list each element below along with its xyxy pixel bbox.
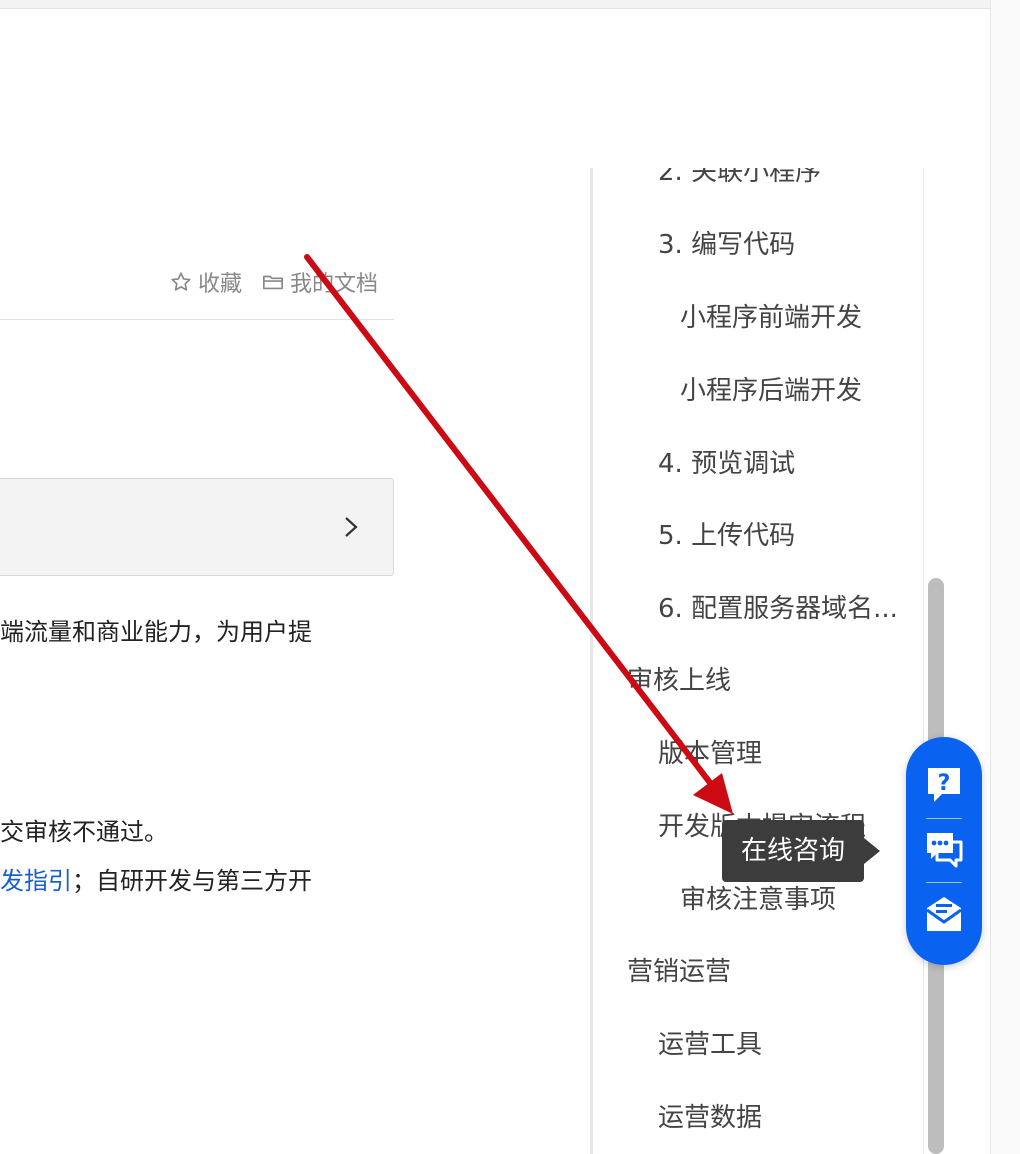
toc-item[interactable]: 审核注意事项 <box>680 879 836 916</box>
body-paragraph: 端流量和商业能力，为用户提 <box>0 618 312 646</box>
toc-panel: 2. 关联小程序 3. 编写代码 小程序前端开发 小程序后端开发 4. 预览调试… <box>590 168 951 1154</box>
toc-item[interactable]: 小程序后端开发 <box>680 370 862 407</box>
doc-actions: 收藏 我的文档 <box>170 266 398 298</box>
toc-item[interactable]: 运营工具 <box>658 1024 762 1061</box>
body-paragraph: 交审核不通过。 <box>0 818 168 846</box>
tooltip: 在线咨询 <box>722 820 864 882</box>
toc-section[interactable]: 审核上线 <box>627 660 731 697</box>
toc-item[interactable]: 5. 上传代码 <box>658 515 795 552</box>
star-icon <box>171 272 191 291</box>
folder-icon <box>263 275 284 290</box>
favorite-button[interactable]: 收藏 <box>170 266 242 298</box>
toc-item[interactable]: 4. 预览调试 <box>658 443 795 480</box>
my-docs-label: 我的文档 <box>290 272 379 297</box>
separator <box>926 882 962 883</box>
chat-icon <box>927 833 963 868</box>
title-divider <box>0 319 394 320</box>
toc-item[interactable]: 版本管理 <box>658 733 762 770</box>
my-docs-button[interactable]: 我的文档 <box>262 266 378 298</box>
toc-item[interactable]: 6. 配置服务器域名... <box>658 588 898 625</box>
floating-help-bar: ? <box>906 737 982 965</box>
chat-button[interactable] <box>924 830 964 870</box>
body-paragraph: 发指引；自研开发与第三方开 <box>0 861 312 896</box>
help-button[interactable]: ? <box>924 765 964 805</box>
tooltip-arrow <box>864 838 880 864</box>
toc-item[interactable]: 小程序前端开发 <box>680 297 862 334</box>
chevron-right-icon <box>345 517 358 537</box>
doc-link[interactable]: 发指引 <box>0 867 72 895</box>
help-icon: ? <box>928 768 960 802</box>
separator <box>926 818 962 819</box>
feedback-button[interactable] <box>924 894 964 934</box>
toc-border <box>923 168 924 1154</box>
svg-text:?: ? <box>938 771 951 796</box>
toc-section[interactable]: 营销运营 <box>627 951 731 988</box>
toc-item[interactable]: 2. 关联小程序 <box>658 168 821 188</box>
body-text-rest: ；自研开发与第三方开 <box>72 867 312 895</box>
toc-item[interactable]: 运营数据 <box>658 1097 762 1134</box>
page-scrollbar[interactable] <box>990 0 1020 1154</box>
top-strip <box>0 0 990 9</box>
mail-icon <box>926 897 962 931</box>
favorite-label: 收藏 <box>198 272 243 297</box>
expandable-card[interactable] <box>0 478 394 576</box>
toc-item[interactable]: 3. 编写代码 <box>658 224 795 261</box>
